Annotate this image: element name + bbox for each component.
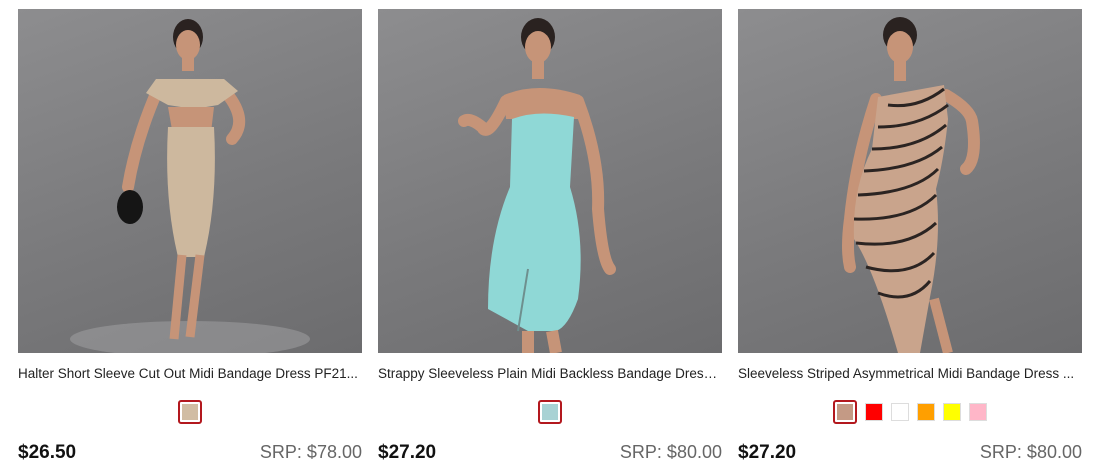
sale-price: $27.20 bbox=[378, 442, 437, 463]
product-card: Halter Short Sleeve Cut Out Midi Bandage… bbox=[18, 9, 362, 464]
color-swatch[interactable] bbox=[943, 403, 961, 421]
sale-price: $26.50 bbox=[18, 442, 77, 463]
product-grid: Halter Short Sleeve Cut Out Midi Bandage… bbox=[0, 0, 1093, 470]
color-swatches bbox=[18, 400, 362, 424]
color-swatch[interactable] bbox=[969, 403, 987, 421]
sale-price: $27.20 bbox=[738, 442, 797, 463]
product-image[interactable] bbox=[738, 9, 1082, 353]
color-swatches bbox=[378, 400, 722, 424]
color-swatch[interactable] bbox=[917, 403, 935, 421]
srp-price: SRP: $78.00 bbox=[259, 442, 362, 462]
product-card: Strappy Sleeveless Plain Midi Backless B… bbox=[378, 9, 722, 464]
color-swatch[interactable] bbox=[538, 400, 562, 424]
price-row: $26.50 SRP: $78.00 bbox=[18, 442, 362, 464]
product-title[interactable]: Strappy Sleeveless Plain Midi Backless B… bbox=[378, 365, 722, 383]
srp-price: SRP: $80.00 bbox=[619, 442, 722, 462]
price-row: $27.20 SRP: $80.00 bbox=[738, 442, 1082, 464]
price-row: $27.20 SRP: $80.00 bbox=[378, 442, 722, 464]
product-title[interactable]: Sleeveless Striped Asymmetrical Midi Ban… bbox=[738, 365, 1082, 383]
product-image[interactable] bbox=[378, 9, 722, 353]
color-swatch[interactable] bbox=[891, 403, 909, 421]
product-title[interactable]: Halter Short Sleeve Cut Out Midi Bandage… bbox=[18, 365, 362, 383]
product-image[interactable] bbox=[18, 9, 362, 353]
srp-price: SRP: $80.00 bbox=[979, 442, 1082, 462]
color-swatch[interactable] bbox=[865, 403, 883, 421]
color-swatch[interactable] bbox=[178, 400, 202, 424]
color-swatch[interactable] bbox=[833, 400, 857, 424]
color-swatches bbox=[738, 400, 1082, 424]
product-card: Sleeveless Striped Asymmetrical Midi Ban… bbox=[738, 9, 1082, 464]
